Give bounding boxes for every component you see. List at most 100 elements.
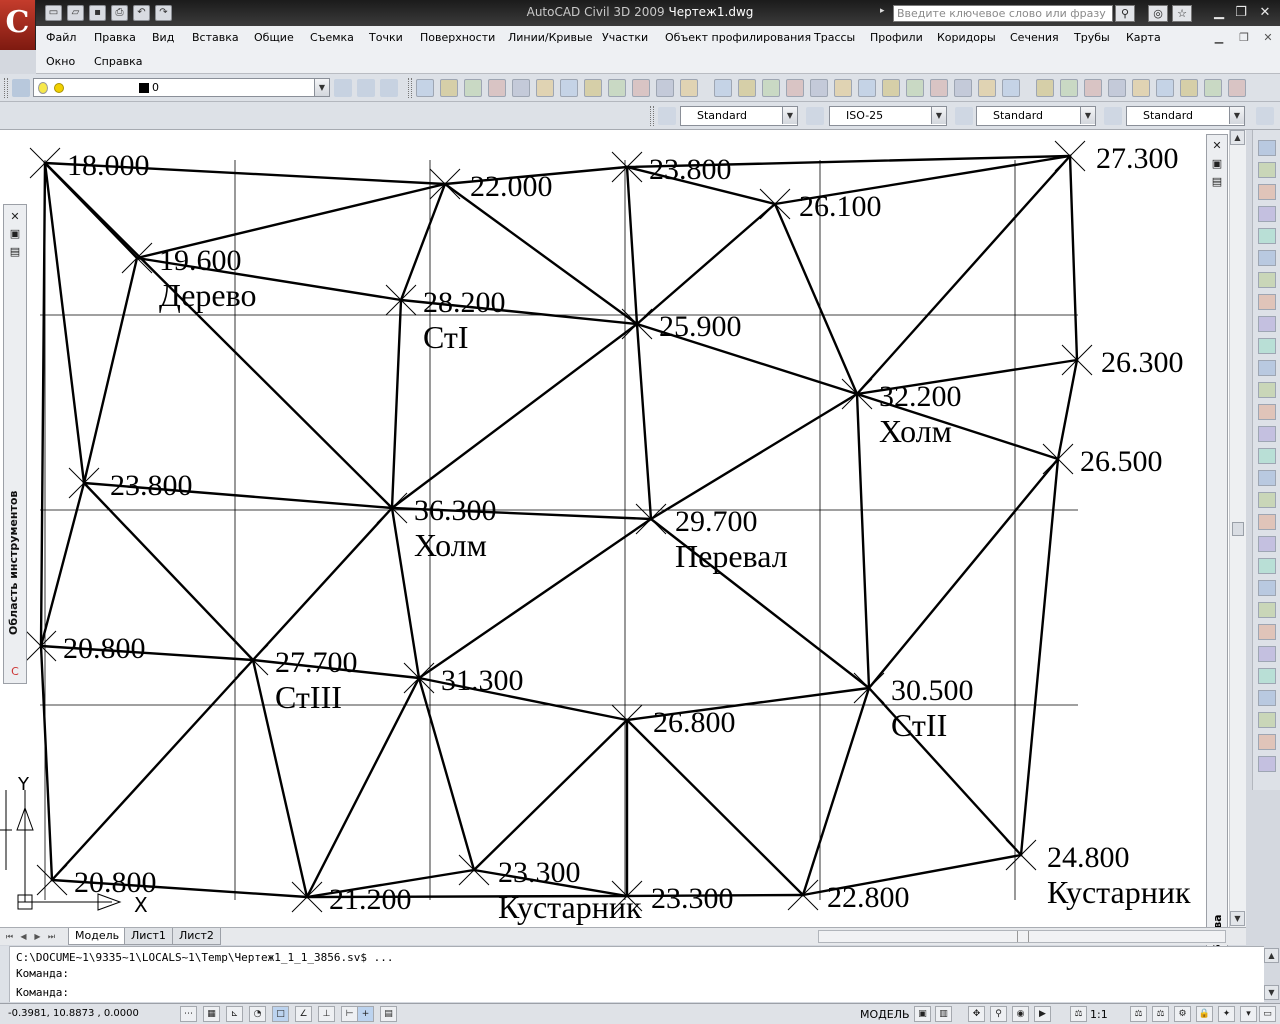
lineweight-toggle[interactable]: + [357, 1006, 374, 1022]
pan-icon[interactable]: ✥ [968, 1006, 985, 1022]
toolbar-tool-icon[interactable] [738, 79, 756, 97]
text-style-icon[interactable] [658, 107, 676, 125]
restore-button[interactable]: ❐ [1232, 5, 1250, 21]
annotation-scale[interactable]: 1:1 [1090, 1008, 1108, 1021]
menu-item[interactable]: Поверхности [420, 31, 495, 44]
toolbar-tool-icon[interactable] [536, 79, 554, 97]
scroll-thumb[interactable] [1232, 522, 1244, 536]
multileader-style-combo[interactable]: Standard ▼ [1126, 106, 1245, 126]
toolbar-tool-icon[interactable] [416, 79, 434, 97]
doc-minimize-button[interactable]: ▁ [1212, 31, 1226, 45]
tab-layout2[interactable]: Лист2 [172, 928, 221, 945]
palette-menu-icon[interactable]: ▤ [8, 245, 22, 258]
drawing-area[interactable]: 18.000 22.000 23.800 27.300 26.100 19.600 Дере… [0, 130, 1232, 927]
minimize-button[interactable]: ▁ [1210, 5, 1228, 21]
toolbar-grip[interactable] [650, 106, 654, 126]
dyn-toggle[interactable]: ⊢ [341, 1006, 358, 1022]
toolbar-tool-icon[interactable] [714, 79, 732, 97]
layer-states-icon[interactable] [380, 79, 398, 97]
chevron-down-icon[interactable]: ▼ [782, 107, 797, 124]
draw-tool-icon[interactable] [1258, 536, 1276, 552]
draw-tool-icon[interactable] [1258, 690, 1276, 706]
toolbar-tool-icon[interactable] [1084, 79, 1102, 97]
toolbar-tool-icon[interactable] [834, 79, 852, 97]
draw-tool-icon[interactable] [1258, 426, 1276, 442]
menu-item[interactable]: Профили [870, 31, 923, 44]
draw-tool-icon[interactable] [1258, 316, 1276, 332]
text-style-combo[interactable]: Standard ▼ [680, 106, 798, 126]
clean-screen-icon[interactable]: ▭ [1259, 1006, 1276, 1022]
tab-model[interactable]: Модель [68, 928, 127, 945]
toolbar-grip[interactable] [4, 78, 8, 98]
toolbar-tool-icon[interactable] [1108, 79, 1126, 97]
menu-item[interactable]: Коридоры [937, 31, 996, 44]
toolbar-tool-icon[interactable] [882, 79, 900, 97]
table-style-combo[interactable]: Standard ▼ [976, 106, 1096, 126]
next-tab-icon[interactable]: ▶ [32, 931, 43, 942]
menu-item[interactable]: Справка [94, 55, 142, 68]
draw-tool-icon[interactable] [1258, 624, 1276, 640]
menu-item[interactable]: Трубы [1074, 31, 1110, 44]
draw-tool-icon[interactable] [1258, 558, 1276, 574]
menu-item[interactable]: Файл [46, 31, 76, 44]
toolbar-tool-icon[interactable] [1228, 79, 1246, 97]
communication-center-icon[interactable]: ◎ [1148, 5, 1168, 22]
chevron-down-icon[interactable]: ▼ [931, 107, 946, 124]
search-icon[interactable]: ⚲ [1115, 5, 1135, 22]
application-menu-button[interactable]: C [0, 0, 36, 50]
draw-tool-icon[interactable] [1258, 646, 1276, 662]
toolbar-tool-icon[interactable] [786, 79, 804, 97]
toolbar-tool-icon[interactable] [858, 79, 876, 97]
draw-tool-icon[interactable] [1258, 756, 1276, 772]
draw-tool-icon[interactable] [1258, 140, 1276, 156]
close-icon[interactable]: ✕ [1210, 139, 1224, 152]
command-line[interactable]: C:\DOCUME~1\9335~1\LOCALS~1\Temp\Чертеж1… [0, 946, 1264, 1002]
menu-item[interactable]: Правка [94, 31, 136, 44]
toolbar-overflow-icon[interactable] [1256, 107, 1274, 125]
workspace-icon[interactable]: ⚙ [1174, 1006, 1191, 1022]
menu-item[interactable]: Карта [1126, 31, 1161, 44]
model-space-label[interactable]: МОДЕЛЬ [860, 1008, 910, 1021]
command-line-grip[interactable] [0, 946, 10, 1002]
toolbar-tool-icon[interactable] [680, 79, 698, 97]
chevron-down-icon[interactable]: ▼ [1229, 107, 1244, 124]
layer-combo[interactable]: 0 ▼ [33, 78, 330, 97]
menu-item[interactable]: Вид [152, 31, 174, 44]
snap-toggle[interactable]: ⋯ [180, 1006, 197, 1022]
make-layer-current-icon[interactable] [334, 79, 352, 97]
showmotion-icon[interactable]: ▶ [1034, 1006, 1051, 1022]
palette-menu-icon[interactable]: ▤ [1210, 175, 1224, 188]
close-button[interactable]: ✕ [1256, 5, 1274, 21]
draw-tool-icon[interactable] [1258, 382, 1276, 398]
draw-tool-icon[interactable] [1258, 668, 1276, 684]
draw-tool-icon[interactable] [1258, 734, 1276, 750]
scroll-up-icon[interactable]: ▲ [1264, 948, 1279, 963]
toolbar-tool-icon[interactable] [1204, 79, 1222, 97]
draw-tool-icon[interactable] [1258, 514, 1276, 530]
toolbar-tool-icon[interactable] [512, 79, 530, 97]
horizontal-scrollbar[interactable] [818, 930, 1226, 943]
redo-icon[interactable]: ↷ [155, 5, 172, 21]
toolbar-tool-icon[interactable] [1180, 79, 1198, 97]
menu-item[interactable]: Трассы [814, 31, 855, 44]
menu-item[interactable]: Общие [254, 31, 294, 44]
toolbar-tool-icon[interactable] [762, 79, 780, 97]
steering-wheel-icon[interactable]: ◉ [1012, 1006, 1029, 1022]
multileader-style-icon[interactable] [1104, 107, 1122, 125]
draw-tool-icon[interactable] [1258, 294, 1276, 310]
prev-tab-icon[interactable]: ◀ [18, 931, 29, 942]
draw-tool-icon[interactable] [1258, 228, 1276, 244]
toolbar-tool-icon[interactable] [954, 79, 972, 97]
autohide-icon[interactable]: ▣ [1210, 157, 1224, 170]
menu-item[interactable]: Сечения [1010, 31, 1059, 44]
toolbar-tool-icon[interactable] [1132, 79, 1150, 97]
toolbar-tool-icon[interactable] [440, 79, 458, 97]
draw-tool-icon[interactable] [1258, 184, 1276, 200]
dimension-style-icon[interactable] [806, 107, 824, 125]
toolbar-tool-icon[interactable] [810, 79, 828, 97]
vertical-scrollbar[interactable]: ▲ ▼ [1229, 130, 1246, 927]
menu-item[interactable]: Линии/Кривые [508, 31, 593, 44]
toolbar-tool-icon[interactable] [1156, 79, 1174, 97]
draw-tool-icon[interactable] [1258, 272, 1276, 288]
menu-item[interactable]: Объект профилирования [665, 31, 811, 44]
